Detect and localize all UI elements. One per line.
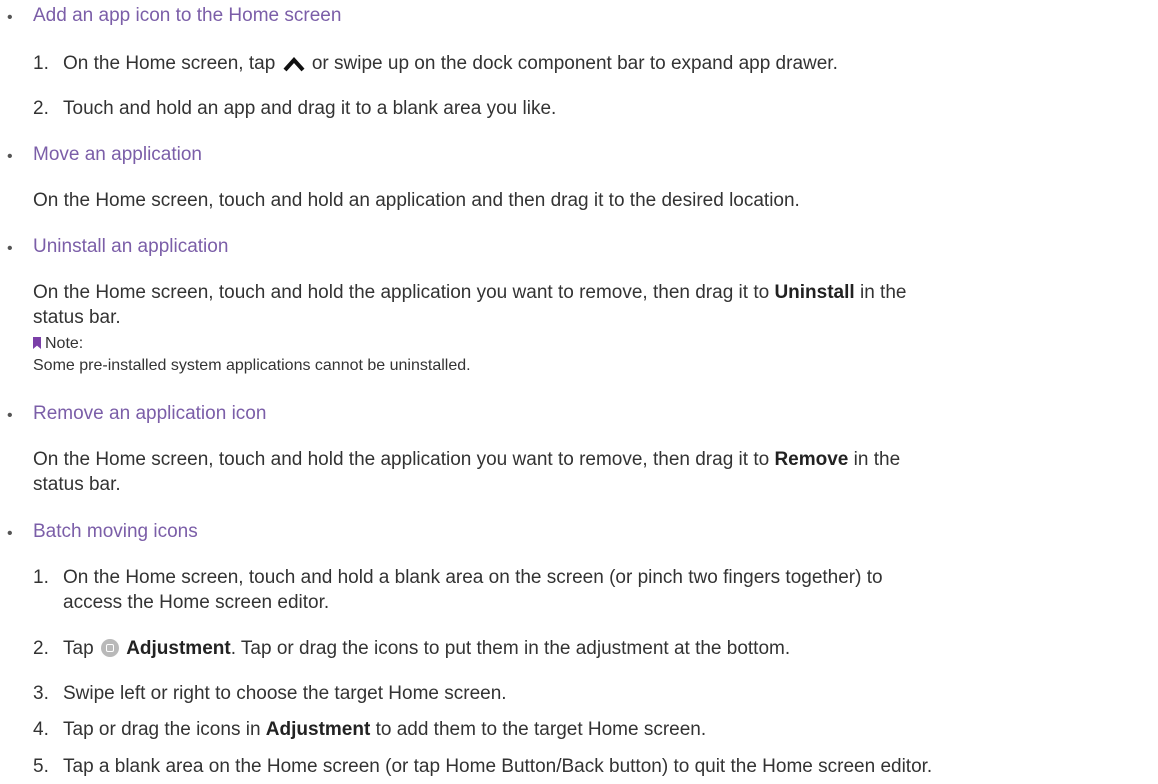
step-text-post: to add them to the target Home screen.: [375, 719, 707, 740]
step-text: On the Home screen, tap or swipe up on t…: [63, 52, 838, 76]
step-number: 4.: [33, 719, 49, 740]
step-text: Tap Adjustment. Tap or drag the icons to…: [63, 637, 790, 661]
step-text-pre: On the Home screen, tap: [63, 53, 276, 74]
step-text: On the Home screen, touch and hold a bla…: [63, 567, 883, 588]
section-heading: Uninstall an application: [33, 236, 229, 257]
bullet: •: [7, 407, 13, 424]
bullet: •: [7, 525, 13, 542]
step-number: 1.: [33, 53, 49, 74]
step-text-post: or swipe up on the dock component bar to…: [311, 53, 838, 74]
document-page: • Add an app icon to the Home screen 1. …: [0, 0, 1158, 784]
step-text: Tap a blank area on the Home screen (or …: [63, 756, 933, 777]
step-text-pre: Tap or drag the icons in: [63, 719, 261, 740]
body-text-post: in the: [853, 449, 901, 470]
step-number: 2.: [33, 98, 49, 119]
body-bold-term: Remove: [774, 449, 849, 470]
section-heading: Add an app icon to the Home screen: [33, 5, 342, 26]
section-body-line2: status bar.: [33, 307, 121, 328]
adjustment-icon: [100, 639, 119, 657]
bookmark-icon: [33, 337, 41, 349]
bullet: •: [7, 148, 13, 165]
step-number: 2.: [33, 638, 49, 659]
step-number: 1.: [33, 567, 49, 588]
section-heading: Batch moving icons: [33, 521, 198, 542]
section-body: On the Home screen, touch and hold the a…: [33, 281, 906, 305]
chevron-up-icon: [283, 57, 305, 72]
section-body-line2: status bar.: [33, 474, 121, 495]
note-label: Note:: [33, 334, 83, 354]
section-body: On the Home screen, touch and hold the a…: [33, 448, 900, 472]
step-bold-term: Adjustment: [265, 719, 371, 740]
body-text-pre: On the Home screen, touch and hold the a…: [33, 282, 770, 303]
step-text: Tap or drag the icons in Adjustment to a…: [63, 718, 706, 742]
step-number: 3.: [33, 683, 49, 704]
step-text-line2: access the Home screen editor.: [63, 592, 330, 613]
step-bold-term: Adjustment: [126, 638, 231, 659]
note-text: Some pre-installed system applications c…: [33, 357, 471, 374]
step-text: Swipe left or right to choose the target…: [63, 683, 507, 704]
step-text-pre: Tap: [63, 638, 94, 659]
bullet: •: [7, 240, 13, 257]
section-heading: Move an application: [33, 144, 202, 165]
bullet: •: [7, 9, 13, 26]
note-label-text: Note:: [45, 335, 84, 352]
step-text-post: . Tap or drag the icons to put them in t…: [230, 638, 791, 659]
section-body: On the Home screen, touch and hold an ap…: [33, 190, 800, 211]
body-text-post: in the: [859, 282, 907, 303]
step-text: Touch and hold an app and drag it to a b…: [63, 98, 557, 119]
section-heading: Remove an application icon: [33, 403, 267, 424]
step-number: 5.: [33, 756, 49, 777]
body-bold-term: Uninstall: [774, 282, 855, 303]
body-text-pre: On the Home screen, touch and hold the a…: [33, 449, 770, 470]
